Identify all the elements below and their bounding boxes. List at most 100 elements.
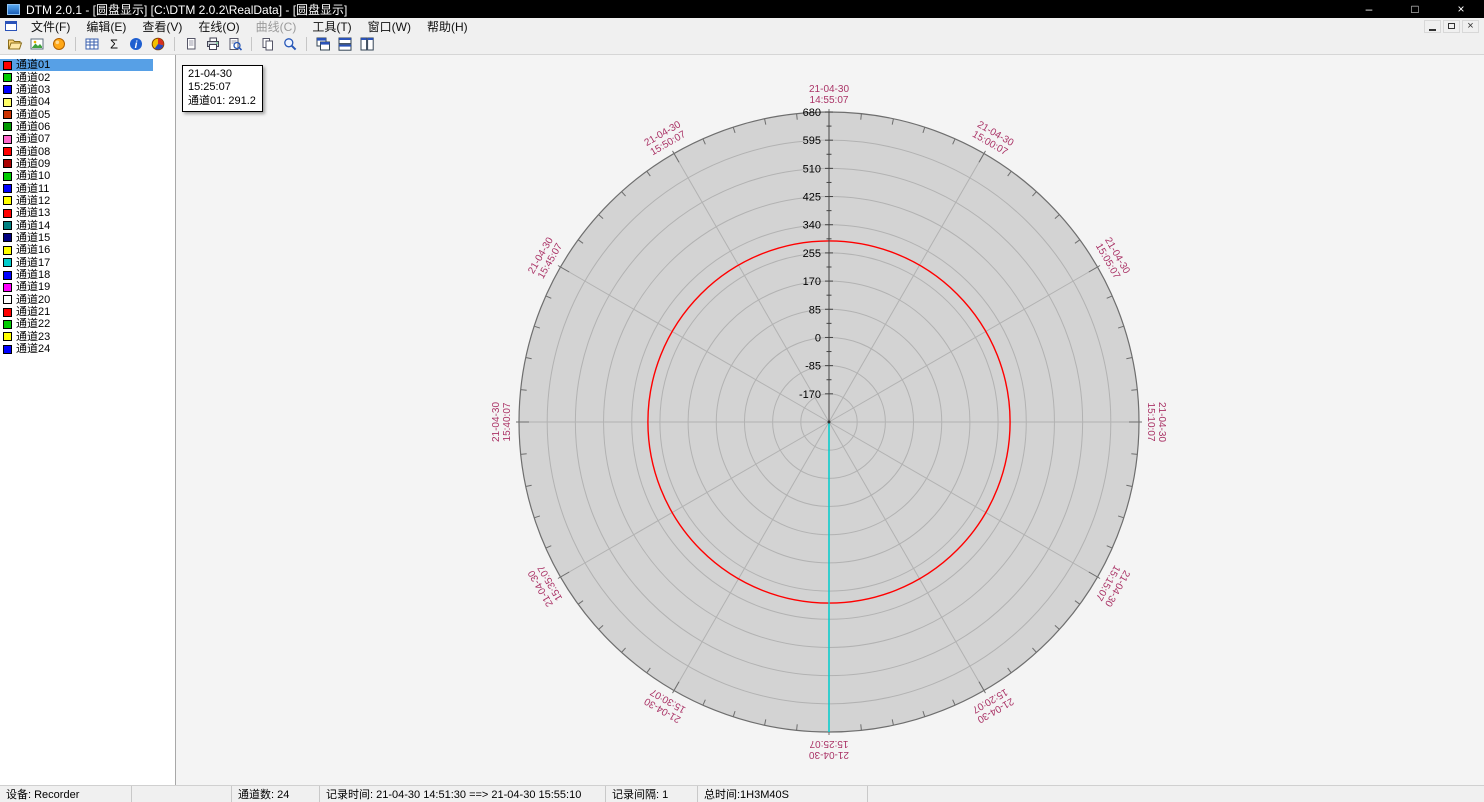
channel-item-通道24[interactable]: 通道24 bbox=[0, 343, 153, 355]
channel-label: 通道04 bbox=[16, 96, 50, 108]
channel-label: 通道14 bbox=[16, 220, 50, 232]
menu-online[interactable]: 在线(O) bbox=[190, 18, 247, 34]
channel-color-chip bbox=[3, 73, 12, 82]
channel-item-通道17[interactable]: 通道17 bbox=[0, 257, 153, 269]
channel-color-chip bbox=[3, 61, 12, 70]
mdi-restore-button[interactable] bbox=[1443, 20, 1460, 33]
channel-color-chip bbox=[3, 295, 12, 304]
channel-item-通道04[interactable]: 通道04 bbox=[0, 96, 153, 108]
channel-color-chip bbox=[3, 172, 12, 181]
zoom-icon[interactable] bbox=[280, 35, 300, 53]
menu-file[interactable]: 文件(F) bbox=[23, 18, 78, 34]
channel-label: 通道13 bbox=[16, 207, 50, 219]
save-image-icon[interactable] bbox=[27, 35, 47, 53]
channel-item-通道02[interactable]: 通道02 bbox=[0, 71, 153, 83]
channel-item-通道13[interactable]: 通道13 bbox=[0, 207, 153, 219]
print-icon[interactable] bbox=[203, 35, 223, 53]
channel-item-通道09[interactable]: 通道09 bbox=[0, 158, 153, 170]
channel-item-通道18[interactable]: 通道18 bbox=[0, 269, 153, 281]
channel-color-chip bbox=[3, 184, 12, 193]
status-bar: 设备: Recorder通道数: 24记录时间: 21-04-30 14:51:… bbox=[0, 785, 1484, 802]
menu-tools[interactable]: 工具(T) bbox=[304, 18, 359, 34]
channel-color-chip bbox=[3, 196, 12, 205]
copy-page-icon[interactable] bbox=[181, 35, 201, 53]
channel-color-chip bbox=[3, 332, 12, 341]
channel-item-通道10[interactable]: 通道10 bbox=[0, 170, 153, 182]
channel-item-通道03[interactable]: 通道03 bbox=[0, 84, 153, 96]
close-button[interactable]: × bbox=[1438, 0, 1484, 18]
cascade-windows-icon[interactable] bbox=[313, 35, 333, 53]
channel-item-通道23[interactable]: 通道23 bbox=[0, 331, 153, 343]
maximize-button[interactable]: □ bbox=[1392, 0, 1438, 18]
sum-sigma-icon[interactable]: Σ bbox=[104, 35, 124, 53]
print-preview-icon[interactable] bbox=[225, 35, 245, 53]
channel-label: 通道15 bbox=[16, 232, 50, 244]
menu-edit[interactable]: 编辑(E) bbox=[78, 18, 134, 34]
channel-color-chip bbox=[3, 122, 12, 131]
channel-color-chip bbox=[3, 159, 12, 168]
mdi-close-button[interactable]: × bbox=[1462, 20, 1479, 33]
mdi-minimize-button[interactable] bbox=[1424, 20, 1441, 33]
value-axis-label: 425 bbox=[803, 192, 821, 204]
minimize-button[interactable]: – bbox=[1346, 0, 1392, 18]
rim-minor-tick bbox=[1131, 454, 1137, 455]
svg-text:i: i bbox=[135, 40, 138, 51]
rim-minor-tick bbox=[861, 114, 862, 120]
channel-label: 通道03 bbox=[16, 84, 50, 96]
svg-text:21-04-3014:55:07: 21-04-3014:55:07 bbox=[809, 84, 849, 106]
online-ball-icon[interactable] bbox=[49, 35, 69, 53]
menu-curve: 曲线(C) bbox=[248, 18, 305, 34]
channel-item-通道05[interactable]: 通道05 bbox=[0, 108, 153, 120]
toolbar-separator bbox=[174, 37, 175, 51]
status-channel-count: 通道数: 24 bbox=[232, 786, 320, 802]
channel-color-chip bbox=[3, 320, 12, 329]
copy-icon[interactable] bbox=[258, 35, 278, 53]
channel-color-chip bbox=[3, 283, 12, 292]
channel-item-通道14[interactable]: 通道14 bbox=[0, 219, 153, 231]
channel-item-通道11[interactable]: 通道11 bbox=[0, 182, 153, 194]
window-title: DTM 2.0.1 - [圆盘显示] [C:\DTM 2.0.2\RealDat… bbox=[26, 1, 347, 18]
channel-color-chip bbox=[3, 135, 12, 144]
channel-label: 通道17 bbox=[16, 257, 50, 269]
open-file-icon[interactable] bbox=[5, 35, 25, 53]
channel-label: 通道20 bbox=[16, 294, 50, 306]
channel-color-chip bbox=[3, 308, 12, 317]
channel-item-通道22[interactable]: 通道22 bbox=[0, 318, 153, 330]
status-spare bbox=[132, 786, 232, 802]
svg-text:Σ: Σ bbox=[110, 37, 118, 52]
curve-colors-icon[interactable] bbox=[148, 35, 168, 53]
channel-item-通道06[interactable]: 通道06 bbox=[0, 121, 153, 133]
channel-color-chip bbox=[3, 258, 12, 267]
info-icon[interactable]: i bbox=[126, 35, 146, 53]
svg-text:21-04-3015:25:07: 21-04-3015:25:07 bbox=[809, 738, 849, 760]
channel-color-chip bbox=[3, 110, 12, 119]
svg-text:21-04-3015:10:07: 21-04-3015:10:07 bbox=[1145, 402, 1167, 442]
title-bar: DTM 2.0.1 - [圆盘显示] [C:\DTM 2.0.2\RealDat… bbox=[0, 0, 1484, 18]
channel-item-通道01[interactable]: 通道01 bbox=[0, 59, 153, 71]
mdi-window-controls: × bbox=[1424, 20, 1479, 33]
time-label-15:10:07: 21-04-3015:10:07 bbox=[1145, 402, 1167, 442]
channel-item-通道20[interactable]: 通道20 bbox=[0, 294, 153, 306]
channel-item-通道07[interactable]: 通道07 bbox=[0, 133, 153, 145]
channel-color-chip bbox=[3, 147, 12, 156]
menu-view[interactable]: 查看(V) bbox=[134, 18, 190, 34]
tile-vertical-icon[interactable] bbox=[357, 35, 377, 53]
rim-minor-tick bbox=[797, 114, 798, 120]
toolbar: Σi bbox=[0, 34, 1484, 55]
data-table-icon[interactable] bbox=[82, 35, 102, 53]
channel-item-通道12[interactable]: 通道12 bbox=[0, 195, 153, 207]
channel-item-通道19[interactable]: 通道19 bbox=[0, 281, 153, 293]
channel-item-通道08[interactable]: 通道08 bbox=[0, 145, 153, 157]
menu-bar: 文件(F)编辑(E)查看(V)在线(O)曲线(C)工具(T)窗口(W)帮助(H)… bbox=[0, 18, 1484, 34]
channel-item-通道15[interactable]: 通道15 bbox=[0, 232, 153, 244]
menu-help[interactable]: 帮助(H) bbox=[419, 18, 476, 34]
channel-item-通道16[interactable]: 通道16 bbox=[0, 244, 153, 256]
tile-horizontal-icon[interactable] bbox=[335, 35, 355, 53]
channel-label: 通道18 bbox=[16, 269, 50, 281]
window-controls: – □ × bbox=[1346, 0, 1484, 18]
channel-item-通道21[interactable]: 通道21 bbox=[0, 306, 153, 318]
channel-label: 通道24 bbox=[16, 343, 50, 355]
channel-color-chip bbox=[3, 246, 12, 255]
menu-window[interactable]: 窗口(W) bbox=[360, 18, 419, 34]
mdi-child-icon[interactable] bbox=[5, 21, 17, 31]
